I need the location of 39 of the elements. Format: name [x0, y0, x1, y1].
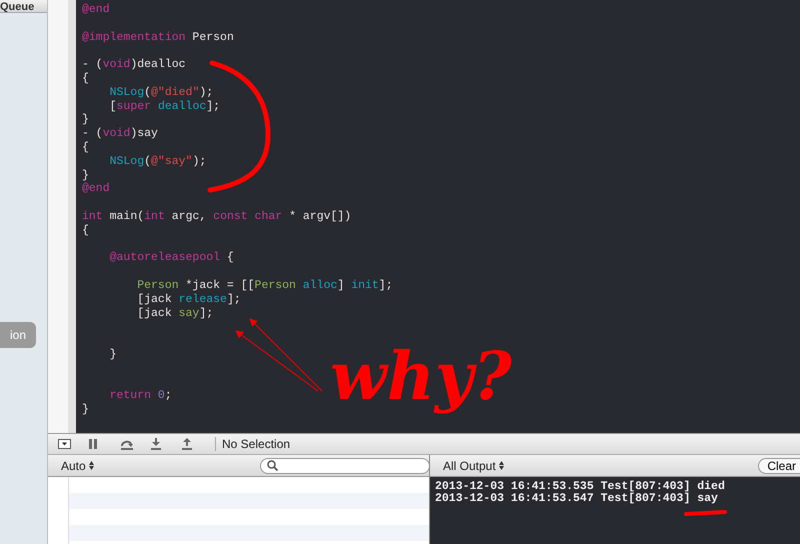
code-line: @autoreleasepool {	[108, 251, 235, 266]
console-line: 2013-12-03 16:41:53.547 Test[807:403] say	[435, 493, 719, 505]
pause-icon[interactable]	[89, 439, 98, 449]
code-line: NSLog(@"say");	[108, 154, 208, 169]
search-icon	[267, 460, 278, 471]
underline-mark	[684, 510, 727, 516]
panel-toggle-icon[interactable]	[58, 439, 71, 449]
code-line: [jack say];	[136, 306, 214, 320]
output-popup[interactable]: All Output	[443, 458, 504, 472]
scope-popup[interactable]: Auto	[61, 458, 94, 472]
code-line: return 0;	[108, 389, 173, 404]
console-line: 2013-12-03 16:41:53.535 Test[807:403] died	[435, 481, 726, 493]
code-line: {	[82, 140, 90, 155]
code-line: }	[82, 403, 90, 417]
code-line: [jack release];	[136, 292, 242, 307]
code-line: - (void)dealloc	[82, 58, 187, 72]
updown-arrows-icon	[498, 461, 504, 470]
clear-button[interactable]: Clear	[758, 458, 800, 474]
code-line: }	[82, 168, 90, 182]
selection-label: No Selection	[222, 437, 290, 451]
code-line: }	[108, 348, 118, 362]
updown-arrows-icon	[88, 461, 94, 470]
code-line: [super dealloc];	[108, 100, 222, 114]
handwritten-note: why?	[330, 336, 512, 416]
code-line: {	[82, 224, 90, 238]
code-line: @end	[82, 182, 111, 196]
step-over-icon[interactable]	[120, 438, 134, 450]
code-line: NSLog(@"died");	[108, 86, 214, 100]
step-into-icon[interactable]	[151, 438, 161, 450]
code-line: {	[82, 72, 90, 86]
search-field[interactable]	[260, 458, 430, 474]
code-line: }	[82, 113, 90, 128]
code-line: Person *jack = [[Person alloc] init];	[136, 278, 394, 293]
code-line: @end	[82, 3, 111, 17]
code-line: @implementation Person	[82, 30, 235, 44]
sidebar-header: Queue	[0, 2, 34, 12]
code-line: int main(int argc, const char * argv[])	[82, 210, 352, 224]
code-line: - (void)say	[82, 127, 159, 141]
step-out-icon[interactable]	[182, 438, 192, 450]
